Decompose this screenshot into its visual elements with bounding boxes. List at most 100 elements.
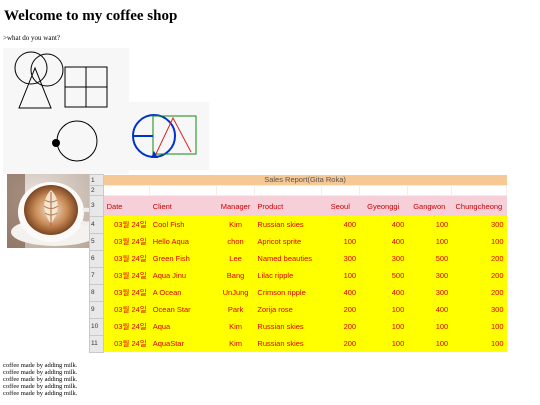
date-cell[interactable]: 03월 24일 bbox=[103, 233, 150, 250]
row-number[interactable]: 4 bbox=[89, 215, 104, 234]
empty-cell[interactable] bbox=[253, 185, 322, 196]
product-cell[interactable]: Apricot sprite bbox=[254, 233, 322, 250]
chungcheong-cell[interactable]: 100 bbox=[451, 233, 507, 250]
row-number[interactable]: 8 bbox=[89, 283, 104, 302]
manager-cell[interactable]: Bang bbox=[216, 267, 255, 284]
client-cell[interactable]: Aqua Jinu bbox=[149, 267, 217, 284]
chungcheong-cell[interactable]: 200 bbox=[451, 284, 507, 301]
seoul-cell[interactable]: 100 bbox=[321, 233, 360, 250]
client-cell[interactable]: Green Fish bbox=[149, 250, 217, 267]
gangwon-cell[interactable]: 300 bbox=[407, 284, 452, 301]
product-cell[interactable]: Named beauties bbox=[254, 250, 322, 267]
sheet-row: 1 Sales Report(Gita Roka) bbox=[89, 174, 507, 186]
table-row: 5 03월 24일 Hello Aqua chon Apricot sprite 100 4… bbox=[89, 232, 507, 251]
gangwon-cell[interactable]: 400 bbox=[407, 301, 452, 318]
column-header-chungcheong[interactable]: Chungcheong bbox=[451, 195, 507, 216]
client-cell[interactable]: A Ocean bbox=[149, 284, 217, 301]
column-header-date[interactable]: Date bbox=[103, 195, 150, 216]
column-header-gyeonggi[interactable]: Gyeonggi bbox=[359, 195, 408, 216]
row-number[interactable]: 5 bbox=[89, 232, 104, 251]
column-header-seoul[interactable]: Seoul bbox=[321, 195, 360, 216]
gyeonggi-cell[interactable]: 300 bbox=[359, 250, 408, 267]
page-title: Welcome to my coffee shop bbox=[4, 8, 178, 24]
seoul-cell[interactable]: 400 bbox=[321, 284, 360, 301]
product-cell[interactable]: Russian skies bbox=[254, 216, 322, 233]
footer-line: coffee made by adding milk. bbox=[3, 383, 78, 390]
row-number[interactable]: 2 bbox=[89, 185, 104, 196]
date-cell[interactable]: 03월 24일 bbox=[103, 335, 150, 352]
footer-line: coffee made by adding milk. bbox=[3, 369, 78, 376]
chungcheong-cell[interactable]: 300 bbox=[451, 216, 507, 233]
empty-cell[interactable] bbox=[406, 185, 452, 196]
gangwon-cell[interactable]: 300 bbox=[407, 267, 452, 284]
date-cell[interactable]: 03월 24일 bbox=[103, 216, 150, 233]
seoul-cell[interactable]: 200 bbox=[321, 318, 360, 335]
row-number[interactable]: 11 bbox=[89, 334, 104, 353]
client-cell[interactable]: Ocean Star bbox=[149, 301, 217, 318]
sales-report-sheet: 1 Sales Report(Gita Roka) 2 3 Date Clien… bbox=[89, 174, 508, 353]
row-number[interactable]: 10 bbox=[89, 317, 104, 336]
row-number[interactable]: 1 bbox=[89, 174, 104, 186]
manager-cell[interactable]: Kim bbox=[216, 216, 255, 233]
manager-cell[interactable]: Kim bbox=[216, 318, 255, 335]
gyeonggi-cell[interactable]: 100 bbox=[359, 301, 408, 318]
column-header-manager[interactable]: Manager bbox=[216, 195, 255, 216]
manager-cell[interactable]: UnJung bbox=[216, 284, 255, 301]
manager-cell[interactable]: chon bbox=[216, 233, 255, 250]
date-cell[interactable]: 03월 24일 bbox=[103, 301, 150, 318]
seoul-cell[interactable]: 300 bbox=[321, 250, 360, 267]
gyeonggi-cell[interactable]: 400 bbox=[359, 284, 408, 301]
manager-cell[interactable]: Kim bbox=[216, 335, 255, 352]
date-cell[interactable]: 03월 24일 bbox=[103, 284, 150, 301]
client-cell[interactable]: Aqua bbox=[149, 318, 217, 335]
gyeonggi-cell[interactable]: 500 bbox=[359, 267, 408, 284]
column-header-client[interactable]: Client bbox=[149, 195, 217, 216]
manager-cell[interactable]: Lee bbox=[216, 250, 255, 267]
chungcheong-cell[interactable]: 200 bbox=[451, 250, 507, 267]
empty-cell[interactable] bbox=[102, 185, 151, 196]
chungcheong-cell[interactable]: 100 bbox=[451, 318, 507, 335]
seoul-cell[interactable]: 400 bbox=[321, 216, 360, 233]
product-cell[interactable]: Zorija rose bbox=[254, 301, 322, 318]
seoul-cell[interactable]: 100 bbox=[321, 267, 360, 284]
chungcheong-cell[interactable]: 200 bbox=[451, 267, 507, 284]
client-cell[interactable]: AquaStar bbox=[149, 335, 217, 352]
date-cell[interactable]: 03월 24일 bbox=[103, 318, 150, 335]
empty-cell[interactable] bbox=[216, 185, 255, 196]
manager-cell[interactable]: Park bbox=[216, 301, 255, 318]
product-cell[interactable]: Crimson ripple bbox=[254, 284, 322, 301]
product-cell[interactable]: Russian skies bbox=[254, 318, 322, 335]
gangwon-cell[interactable]: 100 bbox=[407, 216, 452, 233]
gyeonggi-cell[interactable]: 100 bbox=[359, 318, 408, 335]
seoul-cell[interactable]: 200 bbox=[321, 301, 360, 318]
gangwon-cell[interactable]: 500 bbox=[407, 250, 452, 267]
gangwon-cell[interactable]: 100 bbox=[407, 318, 452, 335]
chungcheong-cell[interactable]: 300 bbox=[451, 301, 507, 318]
product-cell[interactable]: Lilac ripple bbox=[254, 267, 322, 284]
empty-cell[interactable] bbox=[358, 185, 408, 196]
row-number[interactable]: 6 bbox=[89, 249, 104, 268]
table-row: 6 03월 24일 Green Fish Lee Named beauties 300 30… bbox=[89, 249, 507, 268]
column-header-gangwon[interactable]: Gangwon bbox=[407, 195, 452, 216]
client-cell[interactable]: Hello Aqua bbox=[149, 233, 217, 250]
row-number[interactable]: 9 bbox=[89, 300, 104, 319]
empty-cell[interactable] bbox=[450, 185, 508, 196]
date-cell[interactable]: 03월 24일 bbox=[103, 267, 150, 284]
report-title-cell[interactable]: Sales Report(Gita Roka) bbox=[103, 174, 507, 186]
row-number[interactable]: 3 bbox=[89, 195, 104, 217]
product-cell[interactable]: Russian skies bbox=[254, 335, 322, 352]
gyeonggi-cell[interactable]: 400 bbox=[359, 233, 408, 250]
empty-cell[interactable] bbox=[320, 185, 360, 196]
chungcheong-cell[interactable]: 100 bbox=[451, 335, 507, 352]
gyeonggi-cell[interactable]: 100 bbox=[359, 335, 408, 352]
gyeonggi-cell[interactable]: 400 bbox=[359, 216, 408, 233]
client-cell[interactable]: Cool Fish bbox=[149, 216, 217, 233]
seoul-cell[interactable]: 200 bbox=[321, 335, 360, 352]
table-row: 8 03월 24일 A Ocean UnJung Crimson ripple 400 40… bbox=[89, 283, 507, 302]
date-cell[interactable]: 03월 24일 bbox=[103, 250, 150, 267]
empty-cell[interactable] bbox=[149, 185, 218, 196]
gangwon-cell[interactable]: 100 bbox=[407, 335, 452, 352]
column-header-product[interactable]: Product bbox=[254, 195, 322, 216]
row-number[interactable]: 7 bbox=[89, 266, 104, 285]
gangwon-cell[interactable]: 100 bbox=[407, 233, 452, 250]
